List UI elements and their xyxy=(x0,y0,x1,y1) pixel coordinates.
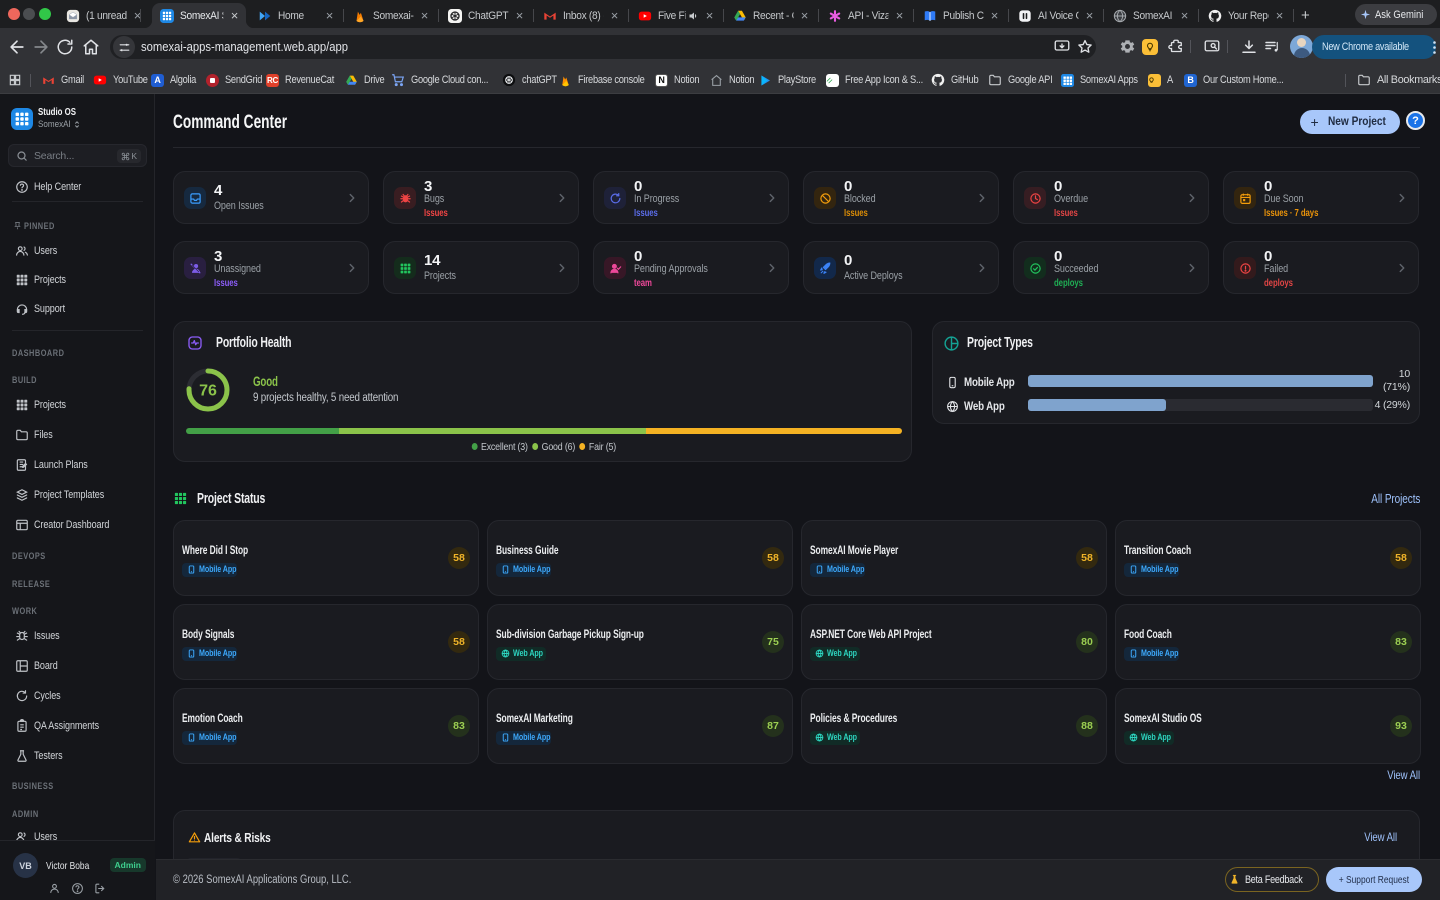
svg-text:76: 76 xyxy=(199,383,217,400)
